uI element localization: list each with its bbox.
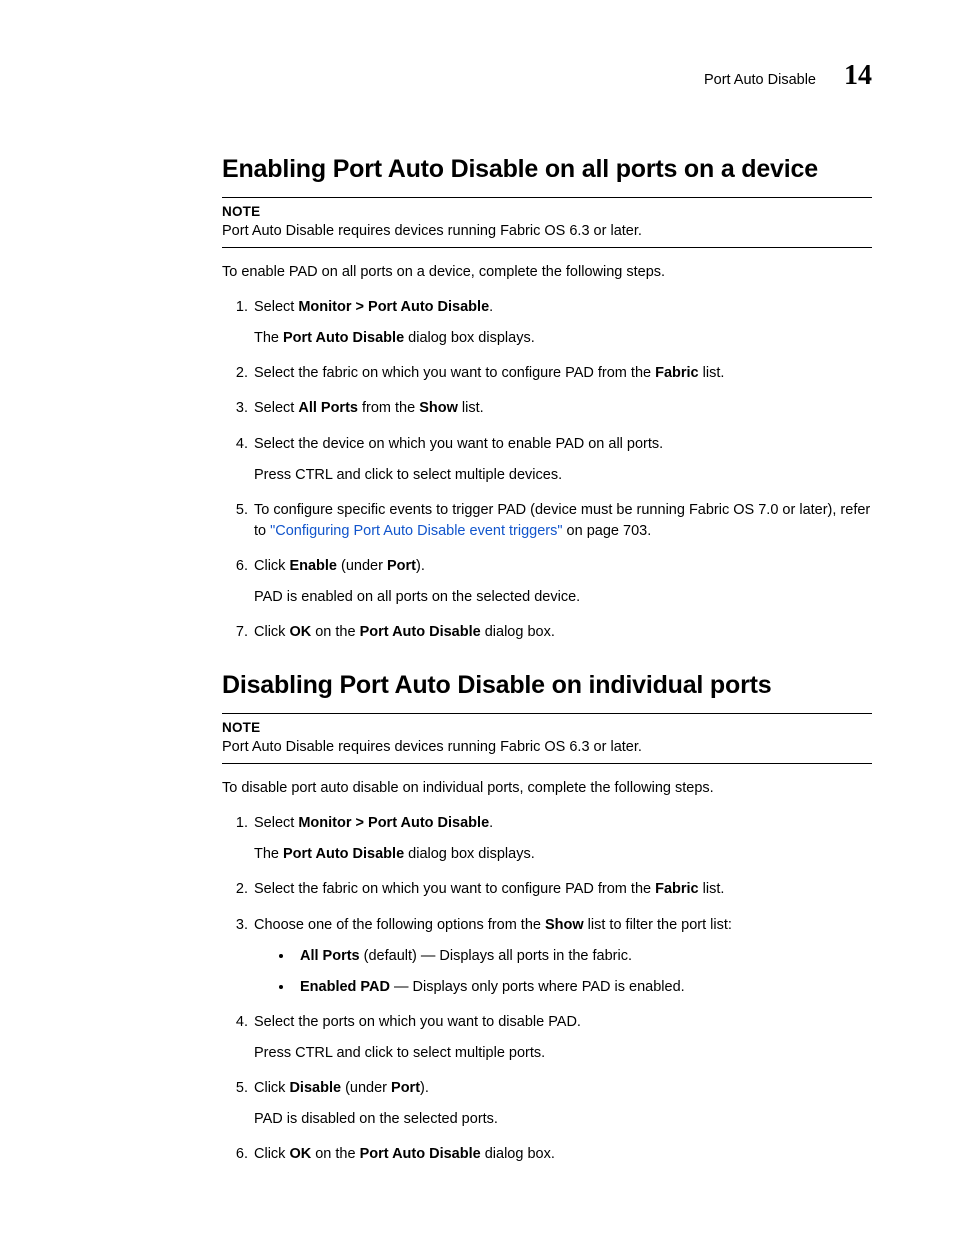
note-text: Port Auto Disable requires devices runni… [222, 221, 872, 242]
intro-paragraph: To enable PAD on all ports on a device, … [222, 262, 872, 283]
step-text: Select Monitor > Port Auto Disable. [254, 299, 493, 315]
bullet-list: All Ports (default) — Displays all ports… [254, 946, 872, 998]
bullet-item: Enabled PAD — Displays only ports where … [294, 977, 872, 998]
step-item: Choose one of the following options from… [252, 915, 872, 998]
step-subtext: Press CTRL and click to select multiple … [254, 1043, 872, 1064]
bullet-item: All Ports (default) — Displays all ports… [294, 946, 872, 967]
step-item: Click OK on the Port Auto Disable dialog… [252, 1144, 872, 1165]
note-label: NOTE [222, 202, 872, 222]
step-item: Select the fabric on which you want to c… [252, 363, 872, 384]
steps-list: Select Monitor > Port Auto Disable. The … [222, 813, 872, 1164]
running-header: Port Auto Disable 14 [222, 56, 872, 97]
section-heading-disable-individual: Disabling Port Auto Disable on individua… [222, 667, 872, 703]
step-item: Select the device on which you want to e… [252, 434, 872, 486]
page-content: Port Auto Disable 14 Enabling Port Auto … [0, 0, 954, 1249]
step-item: Click Disable (under Port). PAD is disab… [252, 1078, 872, 1130]
step-item: Select Monitor > Port Auto Disable. The … [252, 297, 872, 349]
step-text: Select Monitor > Port Auto Disable. [254, 815, 493, 831]
section-heading-enable-all: Enabling Port Auto Disable on all ports … [222, 151, 872, 187]
note-block: NOTE Port Auto Disable requires devices … [222, 197, 872, 249]
steps-list: Select Monitor > Port Auto Disable. The … [222, 297, 872, 642]
note-text: Port Auto Disable requires devices runni… [222, 737, 872, 758]
step-item: Select Monitor > Port Auto Disable. The … [252, 813, 872, 865]
step-item: Select the ports on which you want to di… [252, 1012, 872, 1064]
intro-paragraph: To disable port auto disable on individu… [222, 778, 872, 799]
step-subtext: The Port Auto Disable dialog box display… [254, 328, 872, 349]
step-subtext: PAD is disabled on the selected ports. [254, 1109, 872, 1130]
note-block: NOTE Port Auto Disable requires devices … [222, 713, 872, 765]
xref-link[interactable]: "Configuring Port Auto Disable event tri… [270, 523, 562, 539]
header-title: Port Auto Disable [704, 70, 816, 91]
step-item: Select the fabric on which you want to c… [252, 879, 872, 900]
step-subtext: PAD is enabled on all ports on the selec… [254, 587, 872, 608]
step-item: Click OK on the Port Auto Disable dialog… [252, 622, 872, 643]
step-item: Click Enable (under Port). PAD is enable… [252, 556, 872, 608]
step-item: To configure specific events to trigger … [252, 500, 872, 542]
step-subtext: Press CTRL and click to select multiple … [254, 465, 872, 486]
step-item: Select All Ports from the Show list. [252, 398, 872, 419]
chapter-number: 14 [844, 56, 872, 97]
step-subtext: The Port Auto Disable dialog box display… [254, 844, 872, 865]
note-label: NOTE [222, 718, 872, 738]
